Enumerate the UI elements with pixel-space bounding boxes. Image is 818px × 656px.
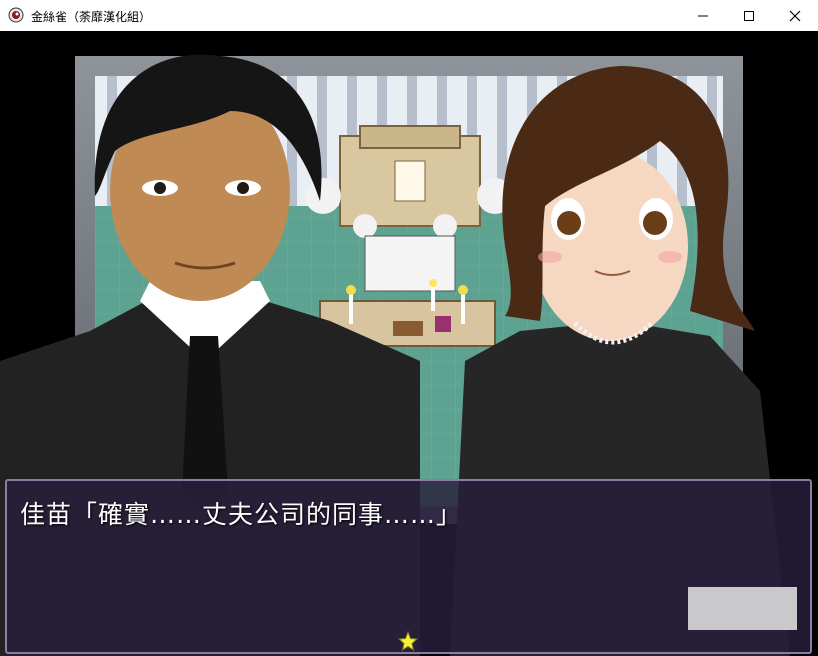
close-button[interactable] [772, 0, 818, 31]
close-icon [789, 10, 801, 21]
window-title: 金絲雀（荼靡漢化組） [31, 10, 152, 24]
next-page-cursor-icon[interactable] [398, 631, 418, 651]
dialog-text: 佳苗「確實……丈夫公司的同事……」 [20, 500, 463, 529]
maximize-button[interactable] [726, 0, 772, 31]
maximize-icon [744, 10, 754, 21]
app-icon [8, 7, 24, 23]
minimize-icon [698, 15, 708, 16]
minimize-button[interactable] [680, 0, 726, 31]
game-canvas[interactable]: 佳苗「確實……丈夫公司的同事……」 [0, 31, 818, 656]
window-titlebar: 金絲雀（荼靡漢化組） [0, 0, 818, 32]
dialog-blank-panel [688, 587, 797, 630]
